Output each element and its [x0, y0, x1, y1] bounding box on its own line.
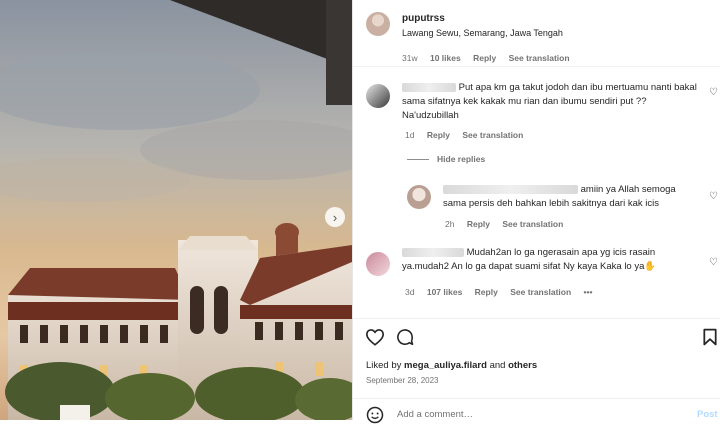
comments-panel: puputrss Lawang Sewu, Semarang, Jawa Ten…	[352, 0, 720, 424]
avatar[interactable]	[407, 185, 431, 209]
heart-icon[interactable]	[365, 328, 385, 346]
blurred-username	[402, 247, 464, 257]
liked-by-user[interactable]: mega_auliya.filard	[404, 360, 487, 371]
add-comment-bar: Add a comment… Post	[353, 398, 720, 424]
next-photo-button[interactable]: ›	[325, 207, 345, 227]
post-actions-bar	[353, 318, 720, 358]
comment-meta-row: 2h Reply See translation	[445, 219, 573, 229]
see-translation-button[interactable]: See translation	[509, 53, 570, 63]
blurred-username	[443, 184, 578, 194]
see-translation-button[interactable]: See translation	[510, 287, 571, 297]
more-options-button[interactable]: •••	[584, 287, 593, 297]
post-username[interactable]: puputrss	[402, 13, 445, 24]
comment-likes[interactable]: 10 likes	[430, 53, 461, 63]
comment-meta-row: 31w 10 likes Reply See translation	[402, 53, 580, 63]
reply-text: amiin ya Allah semoga sama persis deh ba…	[443, 184, 676, 209]
lawang-sewu-photo	[0, 0, 352, 420]
comment-meta-row: 3d 107 likes Reply See translation •••	[405, 287, 602, 297]
heart-icon[interactable]: ♡	[709, 257, 718, 268]
see-translation-button[interactable]: See translation	[462, 130, 523, 140]
reply-button[interactable]: Reply	[473, 53, 496, 63]
reply-button[interactable]: Reply	[475, 287, 498, 297]
comment-age: 31w	[402, 53, 418, 63]
liked-by-others[interactable]: others	[508, 360, 537, 371]
bookmark-icon[interactable]	[703, 328, 717, 346]
hide-replies-button[interactable]: Hide replies	[407, 154, 485, 164]
comment-likes[interactable]: 107 likes	[427, 287, 462, 297]
hand-emoji: ✋	[644, 261, 657, 272]
post-comment-button[interactable]: Post	[697, 409, 718, 420]
avatar[interactable]	[366, 12, 390, 36]
heart-icon[interactable]: ♡	[709, 87, 718, 98]
comment-text: Put apa km ga takut jodoh dan ibu mertua…	[402, 82, 697, 121]
blurred-username	[402, 82, 456, 92]
reply-button[interactable]: Reply	[467, 219, 490, 229]
comment-age: 1d	[405, 130, 415, 140]
comment-age: 3d	[405, 287, 415, 297]
heart-icon[interactable]: ♡	[709, 191, 718, 202]
emoji-icon[interactable]	[366, 406, 384, 424]
see-translation-button[interactable]: See translation	[502, 219, 563, 229]
avatar[interactable]	[366, 84, 390, 108]
avatar[interactable]	[366, 252, 390, 276]
comment-meta-row: 1d Reply See translation	[405, 130, 533, 140]
post-photo: ›	[0, 0, 352, 420]
reply-button[interactable]: Reply	[427, 130, 450, 140]
chevron-right-icon: ›	[332, 209, 338, 225]
add-comment-input[interactable]: Add a comment…	[397, 409, 473, 420]
post-location[interactable]: Lawang Sewu, Semarang, Jawa Tengah	[402, 28, 563, 38]
liked-by-text: Liked by mega_auliya.filard and others	[366, 360, 538, 371]
post-header: puputrss Lawang Sewu, Semarang, Jawa Ten…	[353, 0, 720, 48]
post-date: September 28, 2023	[366, 376, 439, 385]
comment-bubble-icon[interactable]	[395, 328, 415, 347]
comment-text: Mudah2an lo ga ngerasain apa yg icis ras…	[402, 247, 657, 272]
comment-age: 2h	[445, 219, 455, 229]
